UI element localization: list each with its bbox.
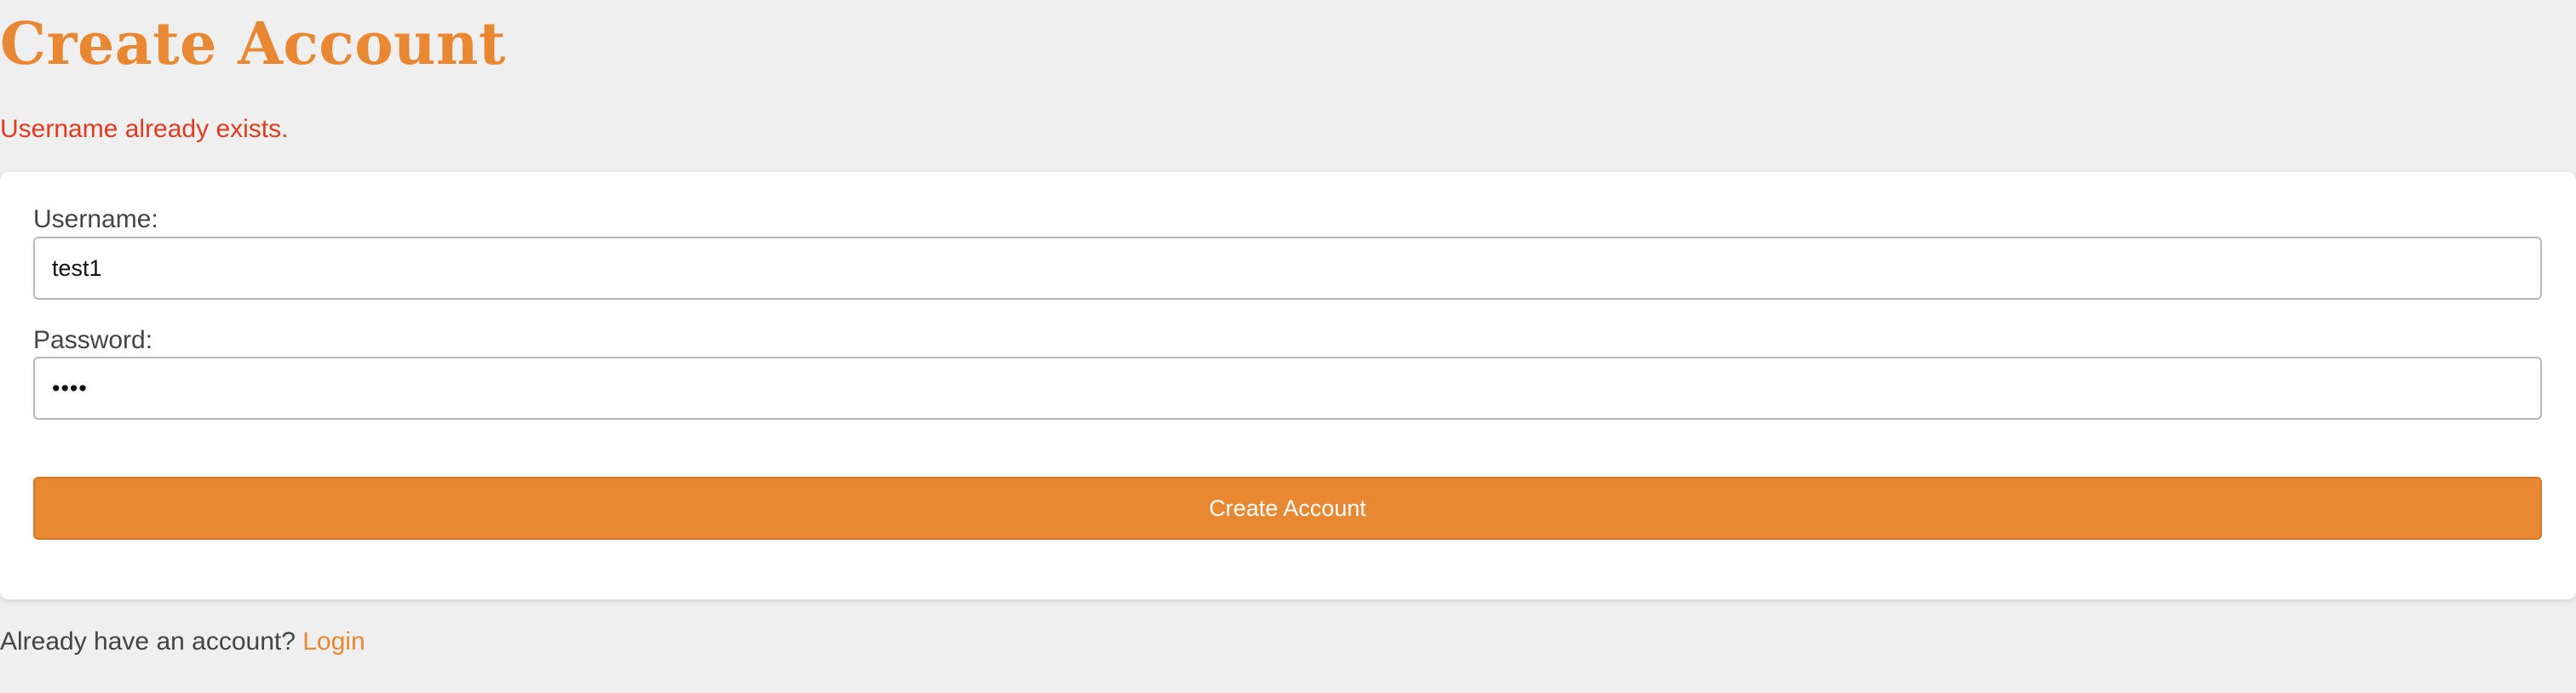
login-link[interactable]: Login — [302, 627, 365, 656]
login-prompt: Already have an account? Login — [0, 625, 365, 659]
page-title: Create Account — [0, 10, 506, 78]
create-account-form: Username: Password: Create Account — [0, 172, 2576, 599]
password-input[interactable] — [33, 357, 2542, 420]
password-label: Password: — [33, 326, 153, 354]
username-label: Username: — [33, 205, 158, 233]
username-input[interactable] — [33, 237, 2542, 300]
create-account-button[interactable]: Create Account — [33, 477, 2542, 540]
error-message: Username already exists. — [0, 115, 289, 143]
login-prompt-text: Already have an account? — [0, 627, 296, 656]
